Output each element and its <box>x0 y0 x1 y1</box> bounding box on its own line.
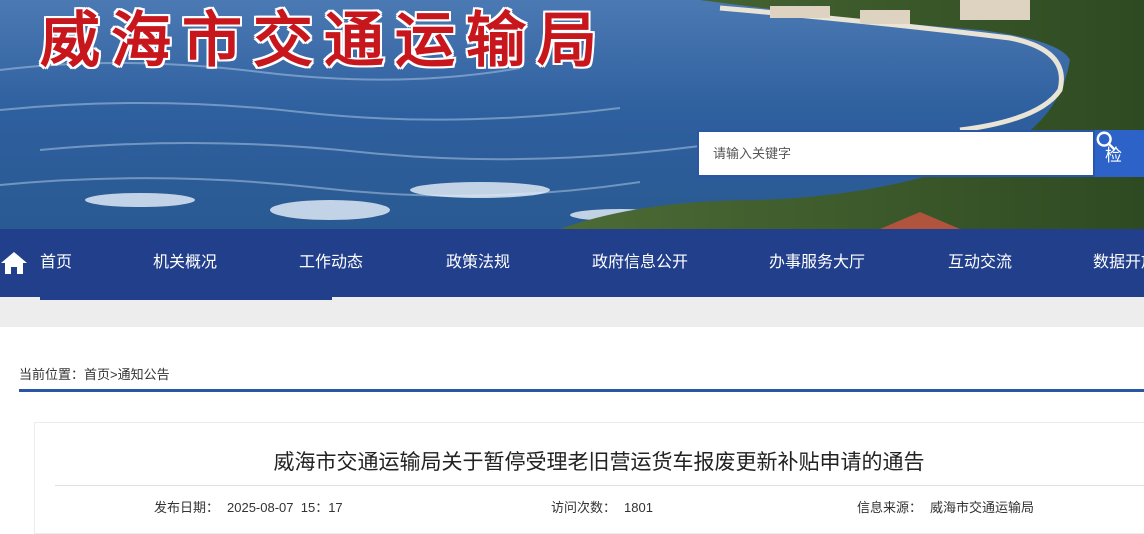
nav-item-about[interactable]: 机关概况 <box>153 229 217 297</box>
publish-date-label: 发布日期： <box>154 500 220 515</box>
view-count-value: 1801 <box>624 500 653 515</box>
nav-item-policies[interactable]: 政策法规 <box>446 229 510 297</box>
nav-item-interaction[interactable]: 互动交流 <box>948 229 1012 297</box>
nav-subbar <box>0 297 1144 327</box>
nav-item-label: 数据开放 <box>1093 254 1144 271</box>
nav-item-services[interactable]: 办事服务大厅 <box>769 229 865 297</box>
nav-item-label: 政策法规 <box>446 254 511 271</box>
article-container <box>34 422 1144 534</box>
breadcrumb-prefix: 当前位置： <box>19 367 85 382</box>
view-count-label: 访问次数： <box>551 500 617 515</box>
nav-active-indicator <box>40 297 332 300</box>
nav-item-label: 互动交流 <box>948 254 1013 271</box>
publish-date-value: 2025-08-07 15：17 <box>227 500 343 515</box>
source-meta: 信息来源： 威海市交通运输局 <box>857 497 1034 516</box>
home-icon[interactable] <box>0 249 28 277</box>
nav-item-label: 工作动态 <box>299 254 364 271</box>
nav-item-label: 办事服务大厅 <box>769 254 866 271</box>
breadcrumb-home-link[interactable]: 首页 <box>84 367 110 382</box>
article-title-divider <box>55 485 1144 486</box>
source-label: 信息来源： <box>857 500 923 515</box>
nav-item-label: 政府信息公开 <box>592 254 689 271</box>
search-input[interactable] <box>697 130 1095 177</box>
breadcrumb-divider <box>19 389 1144 392</box>
nav-item-work-news[interactable]: 工作动态 <box>299 229 363 297</box>
breadcrumb-separator: > <box>110 367 118 382</box>
nav-item-label: 机关概况 <box>153 254 218 271</box>
nav-item-gov-info[interactable]: 政府信息公开 <box>592 229 688 297</box>
breadcrumb: 当前位置：首页>通知公告 <box>19 364 170 384</box>
search-button[interactable]: 检 <box>1095 130 1144 177</box>
publish-date-meta: 发布日期： 2025-08-07 15：17 <box>154 497 343 516</box>
nav-item-home[interactable]: 首页 <box>40 229 72 297</box>
nav-item-open-data[interactable]: 数据开放 <box>1093 229 1144 297</box>
header-banner: 威海市交通运输局 检 <box>0 0 1144 229</box>
article-title: 威海市交通运输局关于暂停受理老旧营运货车报废更新补贴申请的通告 <box>273 451 925 474</box>
search-icon <box>1096 131 1116 151</box>
view-count-meta: 访问次数： 1801 <box>551 497 653 516</box>
site-title: 威海市交通运输局 <box>40 6 608 76</box>
breadcrumb-current-link[interactable]: 通知公告 <box>118 367 170 382</box>
nav-item-label: 首页 <box>40 254 73 271</box>
main-nav: 首页 机关概况 工作动态 政策法规 政府信息公开 办事服务大厅 互动交流 数据开… <box>0 229 1144 297</box>
source-value: 威海市交通运输局 <box>930 500 1035 515</box>
